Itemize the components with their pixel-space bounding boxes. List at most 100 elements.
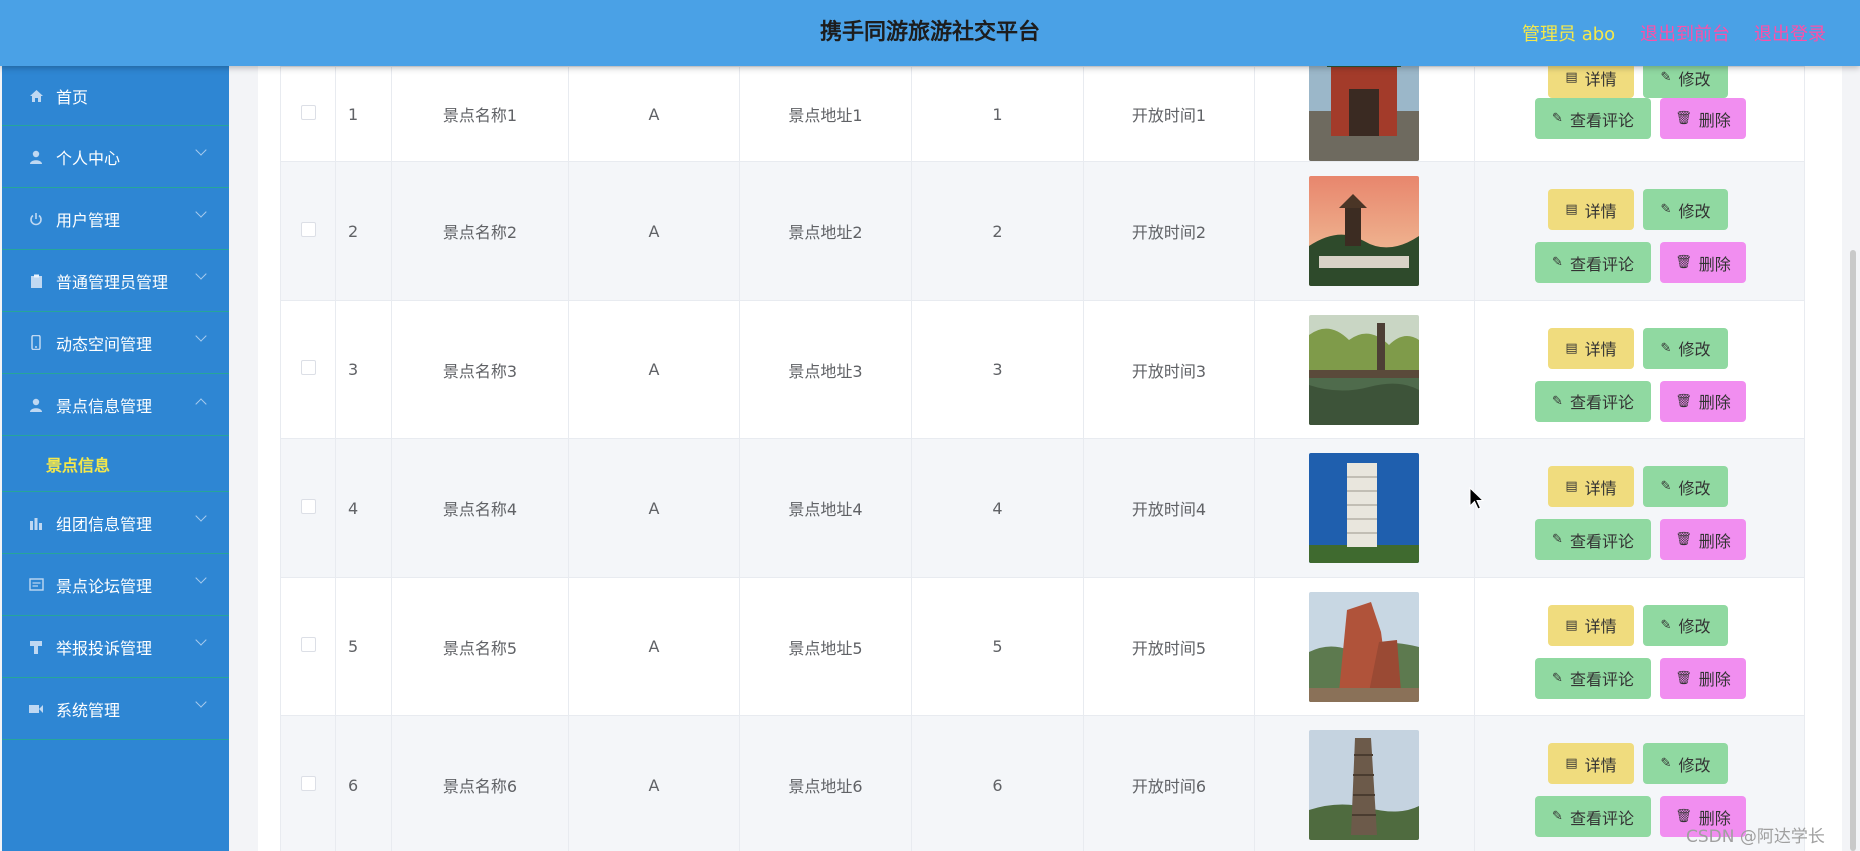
detail-button[interactable]: ▤ 详情 bbox=[1548, 66, 1634, 98]
vertical-scrollbar[interactable] bbox=[1850, 250, 1856, 851]
scenic-grade: A bbox=[568, 300, 740, 439]
view-comments-button[interactable]: ✎ 查看评论 bbox=[1535, 519, 1651, 560]
scenic-address: 景点地址6 bbox=[739, 715, 912, 851]
sidebar-item-users[interactable]: 用户管理 bbox=[2, 188, 229, 250]
document-icon: ▤ bbox=[1565, 756, 1578, 771]
row-checkbox[interactable] bbox=[300, 498, 316, 514]
chevron-down-icon bbox=[195, 206, 207, 218]
scenic-name: 景点名称4 bbox=[391, 438, 569, 578]
sidebar-item-system[interactable]: 系统管理 bbox=[2, 678, 229, 740]
sidebar-subitem-scenic[interactable]: 景点信息 bbox=[2, 436, 229, 492]
main-content: 1 景点名称1 A 景点地址1 1 开放时间1 ▤ 详情 ✎ 修改 ✎ 查看评论… bbox=[258, 66, 1842, 851]
sidebar-item-groups[interactable]: 组团信息管理 bbox=[2, 492, 229, 554]
edit-button[interactable]: ✎ 修改 bbox=[1643, 66, 1728, 98]
scenic-address: 景点地址2 bbox=[739, 161, 912, 301]
view-comments-button[interactable]: ✎ 查看评论 bbox=[1535, 380, 1651, 422]
edit-button[interactable]: ✎ 修改 bbox=[1643, 327, 1728, 369]
delete-button[interactable]: 🗑 删除 bbox=[1660, 519, 1746, 560]
scenic-image bbox=[1309, 591, 1419, 702]
detail-button[interactable]: ▤ 详情 bbox=[1548, 604, 1634, 646]
row-actions: ▤ 详情 ✎ 修改 ✎ 查看评论 🗑 删除 bbox=[1475, 458, 1805, 560]
sidebar-item-moments[interactable]: 动态空间管理 bbox=[2, 312, 229, 374]
scenic-name: 景点名称6 bbox=[391, 715, 569, 851]
pencil-icon: ✎ bbox=[1660, 340, 1672, 356]
trash-icon: 🗑 bbox=[1675, 670, 1692, 686]
view-comments-button[interactable]: ✎ 查看评论 bbox=[1535, 657, 1651, 699]
sidebar-item-forum[interactable]: 景点论坛管理 bbox=[2, 554, 229, 616]
delete-button[interactable]: 🗑 删除 bbox=[1660, 380, 1746, 422]
scenic-image bbox=[1309, 66, 1419, 161]
mouse-cursor-icon bbox=[1469, 487, 1485, 510]
view-comments-button[interactable]: ✎ 查看评论 bbox=[1535, 98, 1651, 139]
view-comments-button[interactable]: ✎ 查看评论 bbox=[1535, 242, 1651, 283]
chevron-down-icon bbox=[195, 510, 207, 522]
pencil-icon: ✎ bbox=[1660, 202, 1672, 217]
row-index: 3 bbox=[335, 300, 392, 439]
sidebar-item-home[interactable]: 首页 bbox=[2, 66, 229, 126]
sidebar-item-admins[interactable]: 普通管理员管理 bbox=[2, 250, 229, 312]
sidebar-item-label: 组团信息管理 bbox=[56, 514, 153, 534]
delete-button[interactable]: 🗑 删除 bbox=[1660, 657, 1746, 699]
delete-button[interactable]: 🗑 删除 bbox=[1660, 242, 1746, 283]
row-index: 4 bbox=[335, 438, 392, 578]
edit-button[interactable]: ✎ 修改 bbox=[1643, 189, 1728, 230]
scenic-image bbox=[1309, 176, 1419, 286]
person-icon bbox=[28, 397, 44, 413]
detail-button[interactable]: ▤ 详情 bbox=[1548, 189, 1634, 230]
document-icon: ▤ bbox=[1565, 479, 1578, 494]
phone-icon bbox=[28, 335, 44, 351]
table-row: 2 景点名称2 A 景点地址2 2 开放时间2 ▤ 详情 ✎ 修改 ✎ 查看评论… bbox=[280, 161, 1805, 301]
row-index: 6 bbox=[335, 715, 392, 851]
row-index: 1 bbox=[335, 66, 392, 162]
table-row: 6 景点名称6 A 景点地址6 6 开放时间6 ▤ 详情 ✎ 修改 ✎ 查看评论… bbox=[280, 715, 1805, 851]
edit-button[interactable]: ✎ 修改 bbox=[1643, 743, 1728, 784]
scenic-grade: A bbox=[568, 161, 740, 301]
sidebar-item-label: 首页 bbox=[56, 87, 89, 107]
row-checkbox[interactable] bbox=[300, 104, 316, 120]
scenic-address: 景点地址1 bbox=[739, 66, 912, 162]
row-checkbox[interactable] bbox=[300, 637, 316, 652]
row-index: 5 bbox=[335, 577, 392, 716]
sidebar-item-label: 用户管理 bbox=[56, 210, 121, 230]
delete-button[interactable]: 🗑 删除 bbox=[1660, 98, 1746, 139]
sidebar-item-label: 普通管理员管理 bbox=[56, 272, 169, 292]
scenic-image bbox=[1309, 730, 1419, 840]
detail-button[interactable]: ▤ 详情 bbox=[1548, 743, 1634, 784]
sidebar-item-scenic-info[interactable]: 景点信息管理 bbox=[2, 374, 229, 436]
detail-button[interactable]: ▤ 详情 bbox=[1548, 327, 1634, 369]
view-comments-button[interactable]: ✎ 查看评论 bbox=[1535, 796, 1651, 837]
edit-button[interactable]: ✎ 修改 bbox=[1643, 466, 1728, 507]
opening-time: 开放时间2 bbox=[1083, 161, 1255, 301]
edit-button[interactable]: ✎ 修改 bbox=[1643, 604, 1728, 646]
pencil-icon: ✎ bbox=[1552, 393, 1563, 409]
exit-to-front-link[interactable]: 退出到前台 bbox=[1640, 20, 1730, 46]
scenic-address: 景点地址5 bbox=[739, 577, 912, 716]
user-icon bbox=[28, 149, 44, 165]
watermark: CSDN @阿达学长 bbox=[1686, 827, 1825, 847]
row-checkbox[interactable] bbox=[300, 775, 316, 791]
chart-icon bbox=[28, 515, 44, 531]
scenic-name: 景点名称2 bbox=[391, 161, 569, 301]
sidebar-item-label: 系统管理 bbox=[56, 700, 121, 720]
trash-icon: 🗑 bbox=[1675, 393, 1692, 409]
scenic-grade: A bbox=[568, 577, 740, 716]
pencil-icon: ✎ bbox=[1552, 532, 1563, 547]
row-actions: ▤ 详情 ✎ 修改 ✎ 查看评论 🗑 删除 bbox=[1475, 320, 1805, 422]
home-icon bbox=[28, 88, 44, 104]
document-icon: ▤ bbox=[1565, 202, 1578, 217]
detail-button[interactable]: ▤ 详情 bbox=[1548, 466, 1634, 507]
opening-time: 开放时间1 bbox=[1083, 66, 1255, 162]
row-checkbox[interactable] bbox=[300, 360, 316, 375]
document-icon: ▤ bbox=[1565, 340, 1578, 356]
row-actions: ▤ 详情 ✎ 修改 ✎ 查看评论 🗑 删除 bbox=[1475, 181, 1805, 283]
sidebar-item-profile[interactable]: 个人中心 bbox=[2, 126, 229, 188]
logout-link[interactable]: 退出登录 bbox=[1754, 20, 1826, 46]
row-checkbox[interactable] bbox=[300, 221, 316, 237]
pencil-icon: ✎ bbox=[1660, 756, 1672, 771]
clipboard-icon bbox=[28, 273, 44, 289]
admin-name: 管理员 abo bbox=[1522, 24, 1616, 45]
scenic-number: 4 bbox=[911, 438, 1084, 578]
sidebar-item-reports[interactable]: 举报投诉管理 bbox=[2, 616, 229, 678]
pencil-icon: ✎ bbox=[1660, 70, 1672, 85]
scenic-address: 景点地址3 bbox=[739, 300, 912, 439]
